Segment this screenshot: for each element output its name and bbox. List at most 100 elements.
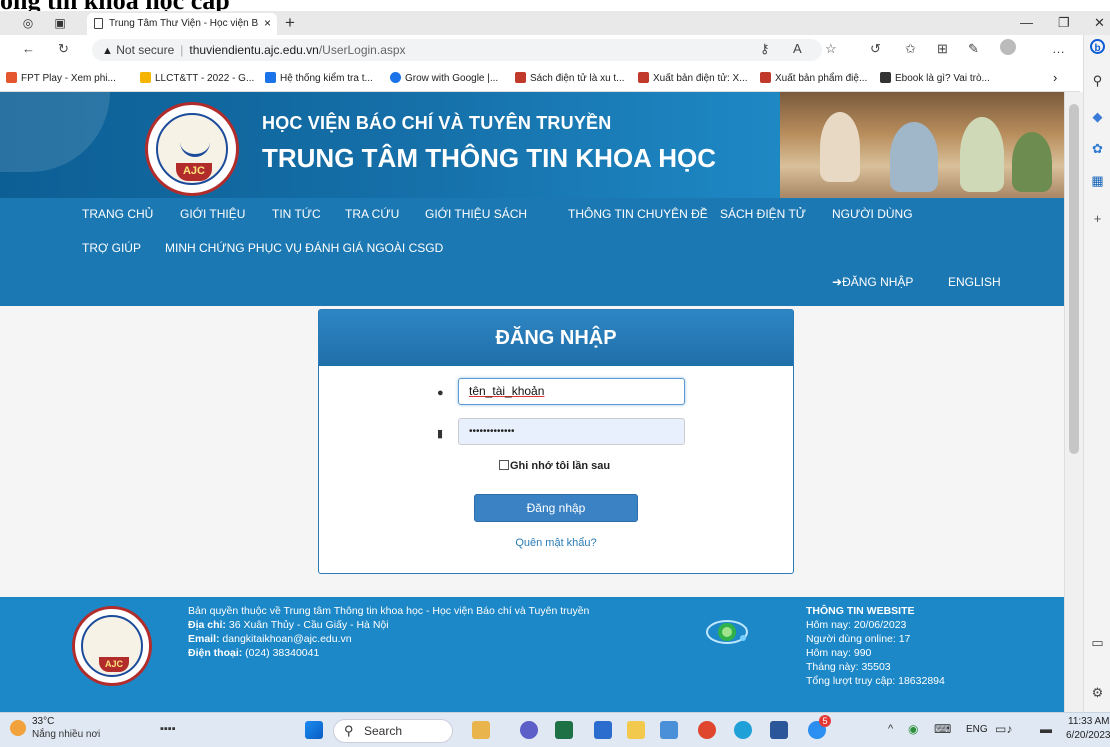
language-indicator[interactable]: ENG	[966, 724, 988, 735]
bookmark-item[interactable]: Xuất bản điện tử: X...	[638, 72, 748, 84]
read-aloud-icon[interactable]: A	[793, 41, 802, 56]
nav-about[interactable]: GIỚI THIỆU	[180, 207, 245, 221]
windows-taskbar: 33°C Nắng nhiều nơi ▪▪▪▪ ⚲ Search 5 ^ ◉ ⌨…	[0, 712, 1110, 747]
remember-checkbox[interactable]	[499, 460, 509, 470]
globe-icon	[706, 620, 748, 644]
bookmark-icon	[265, 72, 276, 83]
network-volume-icon[interactable]: ▭♪	[995, 722, 1012, 736]
explorer-icon[interactable]	[472, 721, 490, 739]
weather-desc[interactable]: Nắng nhiều nơi	[32, 729, 100, 740]
bookmark-item[interactable]: Ebook là gì? Vai trò...	[880, 72, 990, 84]
nav-home[interactable]: TRANG CHỦ	[82, 207, 153, 221]
taskbar-search[interactable]: ⚲ Search	[333, 719, 453, 743]
tools-icon[interactable]: ✿	[1090, 141, 1105, 156]
tab-active[interactable]: Trung Tâm Thư Viện - Học viện B ×	[87, 13, 277, 35]
password-value: •••••••••••••	[469, 426, 515, 437]
nav-search[interactable]: TRA CỨU	[345, 207, 399, 221]
shopping-tag-icon[interactable]: ◆	[1090, 109, 1105, 124]
search-icon[interactable]: ⚲	[1090, 73, 1105, 88]
footer-logo-text: AJC	[99, 657, 129, 672]
teams-chat-icon[interactable]	[660, 721, 678, 739]
profile-avatar[interactable]	[1000, 39, 1016, 55]
nav-news[interactable]: TIN TỨC	[272, 207, 321, 221]
key-icon[interactable]: ⚷	[760, 41, 770, 57]
notification-badge: 5	[819, 715, 831, 727]
favorite-star-icon[interactable]: ☆	[825, 41, 837, 57]
minimize-icon[interactable]: —	[1020, 15, 1033, 30]
close-window-icon[interactable]: ✕	[1094, 15, 1105, 31]
scrollbar-thumb[interactable]	[1069, 104, 1079, 454]
bookmark-item[interactable]: LLCT&TT - 2022 - G...	[140, 72, 254, 84]
english-link[interactable]: ENGLISH	[948, 275, 1001, 289]
restore-icon[interactable]: ❐	[1058, 15, 1070, 31]
outlook-icon[interactable]: ▦	[1090, 173, 1105, 188]
header-center-name: TRUNG TÂM THÔNG TIN KHOA HỌC	[262, 143, 716, 173]
edge-icon[interactable]	[734, 721, 752, 739]
clock-time[interactable]: 11:33 AM	[1068, 716, 1110, 727]
nav-help[interactable]: TRỢ GIÚP	[82, 241, 141, 255]
refresh-extension-icon[interactable]: ↺	[870, 41, 881, 57]
more-menu-icon[interactable]: …	[1052, 41, 1065, 56]
add-icon[interactable]: +	[1090, 211, 1105, 226]
refresh-icon[interactable]: ↻	[58, 41, 69, 57]
teams-icon[interactable]	[520, 721, 538, 739]
extensions-icon[interactable]: ✎	[968, 41, 979, 57]
workspaces-icon[interactable]: ◎	[20, 15, 36, 31]
web-page: AJC HỌC VIỆN BÁO CHÍ VÀ TUYÊN TRUYỀN TRU…	[0, 92, 1064, 712]
tray-app-icon[interactable]: ◉	[908, 722, 918, 736]
word-icon[interactable]	[770, 721, 788, 739]
favorites-icon[interactable]: ✩	[905, 41, 916, 57]
tab-actions-icon[interactable]: ▣	[52, 15, 68, 31]
site-banner: AJC HỌC VIỆN BÁO CHÍ VÀ TUYÊN TRUYỀN TRU…	[0, 92, 1064, 198]
address-bar[interactable]: ▲ Not secure | thuviendientu.ajc.edu.vn/Us…	[92, 39, 822, 61]
bookmark-item[interactable]: FPT Play - Xem phi...	[6, 72, 116, 84]
nav-book-intro[interactable]: GIỚI THIỆU SÁCH	[425, 207, 527, 221]
remember-me[interactable]: Ghi nhớ tôi lần sau	[499, 460, 610, 472]
bookmark-item[interactable]: Xuất bản phẩm điệ...	[760, 72, 867, 84]
login-arrow-icon: ➜	[832, 275, 843, 289]
bookmarks-bar: FPT Play - Xem phi... LLCT&TT - 2022 - G…	[0, 65, 1080, 92]
bookmark-item[interactable]: Hệ thống kiểm tra t...	[265, 72, 373, 84]
bookmark-item[interactable]: Sách điện tử là xu t...	[515, 72, 625, 84]
edge-sidebar: b ⚲ ◆ ✿ ▦ + ▭ ⚙	[1083, 35, 1110, 712]
nav-users[interactable]: NGƯỜI DÙNG	[832, 207, 913, 221]
browser-tab-bar: ◎ ▣ Trung Tâm Thư Viện - Học viện B × + …	[0, 11, 1110, 35]
clock-date[interactable]: 6/20/2023	[1066, 730, 1110, 741]
stats-line: Tổng lượt truy cập: 18632894	[806, 675, 945, 687]
app-icon[interactable]	[594, 721, 612, 739]
page-icon	[94, 18, 103, 29]
weather-temp[interactable]: 33°C	[32, 716, 54, 727]
nav-evidence[interactable]: MINH CHỨNG PHỤC VỤ ĐÁNH GIÁ NGOÀI CSGD	[165, 241, 443, 255]
bing-chat-icon[interactable]: b	[1090, 39, 1105, 54]
address-toolbar: ← ↻ ▲ Not secure | thuviendientu.ajc.edu.v…	[0, 35, 1080, 65]
ajc-logo[interactable]: AJC	[145, 102, 239, 196]
excel-icon[interactable]	[555, 721, 573, 739]
close-tab-icon[interactable]: ×	[264, 16, 271, 30]
username-input[interactable]: tên_tài_khoản	[458, 378, 685, 405]
password-input[interactable]: •••••••••••••	[458, 418, 685, 445]
battery-icon[interactable]: ▬	[1040, 722, 1052, 736]
nav-ebooks[interactable]: SÁCH ĐIỆN TỬ	[720, 207, 806, 221]
page-scrollbar[interactable]	[1064, 92, 1083, 712]
bookmark-icon	[6, 72, 17, 83]
bookmarks-more-icon[interactable]: ›	[1053, 70, 1057, 85]
login-button[interactable]: Đăng nhập	[474, 494, 638, 522]
chrome-icon[interactable]	[698, 721, 716, 739]
keyboard-icon[interactable]: ⌨	[934, 722, 951, 736]
widgets-icon[interactable]: ▪▪▪▪	[160, 723, 176, 735]
bookmark-item[interactable]: Grow with Google |...	[390, 72, 498, 84]
new-tab-button[interactable]: +	[285, 13, 295, 33]
stats-line: Hôm nay: 20/06/2023	[806, 619, 907, 631]
start-icon[interactable]	[305, 721, 323, 739]
sidebar-layout-icon[interactable]: ▭	[1090, 635, 1105, 650]
nav-topics[interactable]: THÔNG TIN CHUYÊN ĐỀ	[568, 207, 708, 221]
folder-icon[interactable]	[627, 721, 645, 739]
back-icon[interactable]: ←	[22, 41, 35, 56]
settings-icon[interactable]: ⚙	[1090, 685, 1105, 700]
forgot-password-link[interactable]: Quên mật khẩu?	[319, 537, 793, 549]
tab-title: Trung Tâm Thư Viện - Học viện B	[109, 18, 259, 29]
tray-chevron-icon[interactable]: ^	[888, 723, 893, 735]
login-link[interactable]: ➜ĐĂNG NHẬP	[832, 275, 913, 289]
collections-icon[interactable]: ⊞	[937, 41, 948, 57]
bookmark-icon	[515, 72, 526, 83]
